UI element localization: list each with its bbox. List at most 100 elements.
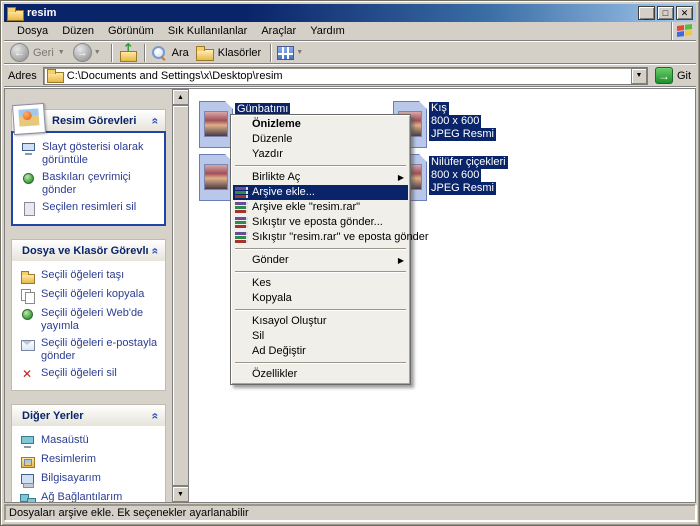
task-delete-items[interactable]: Seçili öğeleri sil xyxy=(18,365,161,384)
search-icon xyxy=(151,45,167,61)
place-label: Bilgisayarım xyxy=(41,472,101,485)
up-folder-icon xyxy=(118,44,138,62)
menu-bar: Dosya Düzen Görünüm Sık Kullanılanlar Ar… xyxy=(4,22,696,41)
task-label: Seçili öğeleri e-postayla gönder xyxy=(41,337,159,363)
file-tile-kis[interactable]: Kış 800 x 600 JPEG Resmi xyxy=(429,102,496,141)
collapse-chevron-icon[interactable]: « xyxy=(149,117,163,124)
menu-item-duzenle[interactable]: Düzenle xyxy=(233,132,408,147)
menu-separator xyxy=(235,248,406,250)
panel-header[interactable]: Dosya ve Klasör Görevlı « xyxy=(11,239,166,261)
sidebar-scrollbar[interactable]: ▲ ▼ xyxy=(172,89,189,502)
file-thumbnail[interactable] xyxy=(199,154,233,201)
views-button[interactable]: ▼ xyxy=(275,46,309,60)
file-name[interactable]: Kış xyxy=(429,102,449,115)
menu-item-onizleme[interactable]: Önizleme xyxy=(233,117,408,132)
maximize-button[interactable]: □ xyxy=(657,6,674,20)
place-desktop[interactable]: Masaüstü xyxy=(18,432,161,451)
task-label: Seçili öğeleri taşı xyxy=(41,269,124,282)
menu-sik-kullanilanlar[interactable]: Sık Kullanılanlar xyxy=(161,23,255,39)
task-move-items[interactable]: Seçili öğeleri taşı xyxy=(18,267,161,286)
search-label: Ara xyxy=(172,47,189,59)
menu-item-kopyala[interactable]: Kopyala xyxy=(233,291,408,306)
menu-dosya[interactable]: Dosya xyxy=(10,23,55,39)
views-dropdown-arrow[interactable]: ▼ xyxy=(296,49,303,56)
menu-item-arsive-ekle[interactable]: Arşive ekle... xyxy=(233,185,408,200)
menu-duzen[interactable]: Düzen xyxy=(55,23,101,39)
task-copy-items[interactable]: Seçili öğeleri kopyala xyxy=(18,286,161,305)
menu-araclar[interactable]: Araçlar xyxy=(254,23,303,39)
menu-item-label: Arşive ekle... xyxy=(252,186,315,198)
windows-flag-icon xyxy=(676,23,693,39)
panel-title: Resim Görevleri xyxy=(52,115,152,127)
publish-web-icon xyxy=(20,307,35,322)
close-button[interactable]: ✕ xyxy=(676,6,693,20)
address-input[interactable]: C:\Documents and Settings\x\Desktop\resi… xyxy=(43,67,648,85)
go-button[interactable]: → Git xyxy=(652,67,694,84)
task-pane: Resim Görevleri « Slayt gösterisi olarak… xyxy=(5,89,172,502)
task-order-prints[interactable]: Baskıları çevrimiçi gönder xyxy=(19,169,160,199)
toolbar: ← Geri ▼ → ▼ Ara Klasörler ▼ xyxy=(4,42,696,64)
menu-item-kes[interactable]: Kes xyxy=(233,276,408,291)
menu-item-sikistir-eposta[interactable]: Sıkıştır ve eposta gönder... xyxy=(233,215,408,230)
menu-separator xyxy=(235,362,406,364)
menu-item-sil[interactable]: Sil xyxy=(233,329,408,344)
collapse-chevron-icon[interactable]: « xyxy=(149,247,163,254)
menu-item-sikistir-rar-eposta[interactable]: Sıkıştır "resim.rar" ve eposta gönder xyxy=(233,230,408,245)
forward-button[interactable]: → ▼ xyxy=(71,43,107,62)
task-slideshow[interactable]: Slayt gösterisi olarak görüntüle xyxy=(19,139,160,169)
go-arrow-icon: → xyxy=(655,67,673,84)
scrollbar-thumb[interactable] xyxy=(172,105,189,486)
task-label: Seçili öğeleri Web'de yayımla xyxy=(41,307,159,333)
panel-header[interactable]: Diğer Yerler « xyxy=(11,404,166,426)
menu-item-ozellikler[interactable]: Özellikler xyxy=(233,367,408,382)
explorer-window: resim _ □ ✕ Dosya Düzen Görünüm Sık Kull… xyxy=(0,0,700,526)
menu-item-arsive-ekle-rar[interactable]: Arşive ekle "resim.rar" xyxy=(233,200,408,215)
place-my-computer[interactable]: Bilgisayarım xyxy=(18,470,161,489)
file-type: JPEG Resmi xyxy=(429,182,496,195)
menu-item-gonder[interactable]: Gönder ▶ xyxy=(233,253,408,268)
menu-yardim[interactable]: Yardım xyxy=(303,23,352,39)
scroll-down-button[interactable]: ▼ xyxy=(172,486,189,502)
go-label: Git xyxy=(677,70,691,82)
forward-dropdown-arrow[interactable]: ▼ xyxy=(94,49,101,56)
place-label: Resimlerim xyxy=(41,453,96,466)
file-thumbnail-sunset[interactable] xyxy=(199,101,233,148)
file-name[interactable]: Nilüfer çiçekleri xyxy=(429,156,508,169)
file-list-area[interactable]: Günbatımı Kış 800 x 600 JPEG Resmi Nilüf… xyxy=(189,89,695,502)
menu-item-kisayol-olustur[interactable]: Kısayol Oluştur xyxy=(233,314,408,329)
panel-other-places: Diğer Yerler « Masaüstü Resimlerim Bilgi… xyxy=(11,404,166,502)
main-area: Resim Görevleri « Slayt gösterisi olarak… xyxy=(4,88,696,503)
search-button[interactable]: Ara xyxy=(149,45,194,61)
collapse-chevron-icon[interactable]: « xyxy=(149,412,163,419)
task-label: Seçili öğeleri kopyala xyxy=(41,288,144,301)
address-dropdown-button[interactable]: ▼ xyxy=(631,68,647,84)
back-button[interactable]: ← Geri ▼ xyxy=(8,43,71,62)
panel-file-folder-tasks: Dosya ve Klasör Görevlı « Seçili öğeleri… xyxy=(11,239,166,391)
folders-button[interactable]: Klasörler xyxy=(194,46,266,60)
minimize-button[interactable]: _ xyxy=(638,6,655,20)
up-button[interactable] xyxy=(116,44,140,62)
file-tile-nilufer[interactable]: Nilüfer çiçekleri 800 x 600 JPEG Resmi xyxy=(429,156,508,195)
toolbar-separator xyxy=(270,44,271,62)
menu-item-ad-degistir[interactable]: Ad Değiştir xyxy=(233,344,408,359)
title-bar[interactable]: resim _ □ ✕ xyxy=(4,4,696,22)
task-publish-web[interactable]: Seçili öğeleri Web'de yayımla xyxy=(18,305,161,335)
task-delete-pictures[interactable]: Seçilen resimleri sil xyxy=(19,199,160,218)
address-path[interactable]: C:\Documents and Settings\x\Desktop\resi… xyxy=(67,70,627,82)
menu-item-label: Gönder xyxy=(252,254,289,266)
order-prints-online-icon xyxy=(21,171,36,186)
submenu-arrow-icon: ▶ xyxy=(398,170,404,185)
window-title: resim xyxy=(27,7,638,19)
menu-gorunum[interactable]: Görünüm xyxy=(101,23,161,39)
toolbar-separator xyxy=(111,44,112,62)
task-email-items[interactable]: Seçili öğeleri e-postayla gönder xyxy=(18,335,161,365)
back-dropdown-arrow[interactable]: ▼ xyxy=(58,49,65,56)
place-my-pictures[interactable]: Resimlerim xyxy=(18,451,161,470)
place-network[interactable]: Ağ Bağlantılarım xyxy=(18,489,161,502)
winrar-icon xyxy=(235,231,250,244)
menu-item-yazdir[interactable]: Yazdır xyxy=(233,147,408,162)
scroll-up-button[interactable]: ▲ xyxy=(172,89,189,105)
menu-item-birlikte-ac[interactable]: Birlikte Aç ▶ xyxy=(233,170,408,185)
task-label: Baskıları çevrimiçi gönder xyxy=(42,171,158,197)
task-label: Seçili öğeleri sil xyxy=(41,367,117,380)
